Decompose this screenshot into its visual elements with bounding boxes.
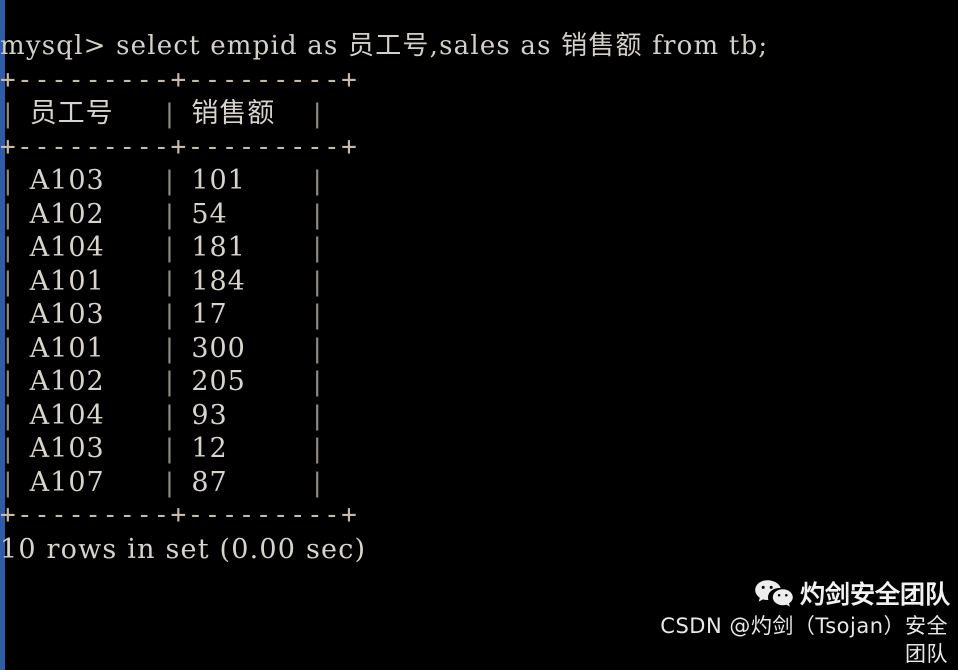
cell-sales: 205: [191, 366, 246, 397]
result-footer: 10 rows in set (0.00 sec): [0, 533, 367, 565]
table-bar: |: [309, 333, 325, 364]
cell-empid: A104: [29, 399, 105, 431]
table-row: | A102 | 205 |: [0, 365, 958, 399]
table-row: | A101 | 300 |: [0, 332, 958, 366]
table-bar: |: [161, 434, 178, 464]
table-bar: |: [161, 233, 178, 263]
table-bar: |: [309, 233, 325, 263]
watermark-csdn-text: CSDN @灼剑（Tsojan）安全团队: [660, 614, 948, 666]
cell-empid: A103: [29, 165, 105, 196]
table-bar: |: [309, 367, 325, 397]
table-bar: |: [0, 467, 16, 498]
command-line: mysql> select empid as 员工号,sales as 销售额 …: [0, 31, 769, 61]
table-bar: |: [161, 367, 178, 397]
column-header-empid: 员工号: [29, 98, 114, 129]
cell-sales: 181: [191, 232, 246, 263]
cell-empid: A101: [29, 332, 105, 364]
table-bar: |: [161, 300, 178, 330]
table-row: | A103 | 12 |: [0, 432, 958, 466]
table-bar: |: [161, 467, 178, 498]
cell-sales: 17: [191, 299, 228, 330]
table-bar: |: [0, 367, 16, 397]
table-bar: |: [0, 434, 16, 464]
cell-empid: A102: [29, 198, 105, 230]
table-bar: |: [309, 99, 325, 129]
table-row: | A102 | 54 |: [0, 198, 958, 232]
table-rule-top: +---------+---------+: [0, 64, 359, 95]
cell-empid: A103: [29, 299, 105, 330]
wechat-icon: [754, 579, 794, 611]
table-bar: |: [161, 333, 178, 364]
cell-empid: A103: [29, 433, 105, 464]
cell-empid: A107: [29, 466, 105, 498]
table-row: | A101 | 184 |: [0, 265, 958, 299]
table-bar: |: [161, 199, 178, 230]
cell-empid: A101: [29, 265, 105, 297]
watermark-brand: 灼剑安全团队: [650, 578, 950, 612]
table-bar: |: [0, 300, 16, 330]
table-row: | A103 | 101 |: [0, 164, 958, 198]
table-bar: |: [309, 434, 325, 464]
table-bar: |: [161, 400, 178, 431]
table-bar: |: [0, 266, 16, 297]
table-row: | A103 | 17 |: [0, 298, 958, 332]
table-bar: |: [309, 467, 325, 498]
table-bar: |: [309, 300, 325, 330]
cell-sales: 54: [191, 198, 228, 230]
cell-sales: 87: [191, 466, 228, 498]
cell-empid: A102: [29, 366, 105, 397]
cell-sales: 93: [191, 399, 228, 431]
table-body: | A103 | 101 | | A102 | 54 | | A104 | 181 | | A101 | 184 | |…: [0, 164, 958, 499]
table-bar: |: [161, 166, 178, 196]
cell-sales: 101: [191, 165, 246, 196]
table-row: | A104 | 93 |: [0, 399, 958, 433]
cell-sales: 184: [191, 265, 246, 297]
console-output: mysql> select empid as 员工号,sales as 销售额 …: [0, 30, 958, 566]
table-header-row: | 员工号 | 销售额 |: [0, 97, 958, 131]
watermark: 灼剑安全团队 CSDN @灼剑（Tsojan）安全团队: [650, 578, 950, 668]
table-row: | A107 | 87 |: [0, 466, 958, 500]
table-bar: |: [0, 400, 16, 431]
column-header-sales: 销售额: [191, 98, 276, 129]
cell-sales: 300: [191, 332, 246, 364]
table-bar: |: [0, 166, 16, 196]
table-bar: |: [0, 199, 16, 230]
table-row: | A104 | 181 |: [0, 231, 958, 265]
table-bar: |: [161, 99, 178, 129]
watermark-brand-text: 灼剑安全团队: [799, 580, 950, 609]
table-rule-bottom: +---------+---------+: [0, 500, 359, 530]
table-bar: |: [309, 266, 325, 297]
table-bar: |: [0, 333, 16, 364]
terminal-window: mysql> select empid as 员工号,sales as 销售额 …: [0, 0, 958, 670]
cell-empid: A104: [29, 232, 105, 263]
table-bar: |: [0, 233, 16, 263]
table-bar: |: [0, 99, 16, 129]
table-bar: |: [309, 199, 325, 230]
table-bar: |: [309, 400, 325, 431]
table-bar: |: [309, 166, 325, 196]
table-rule-header: +---------+---------+: [0, 131, 359, 162]
cell-sales: 12: [191, 433, 228, 464]
table-bar: |: [161, 266, 178, 297]
